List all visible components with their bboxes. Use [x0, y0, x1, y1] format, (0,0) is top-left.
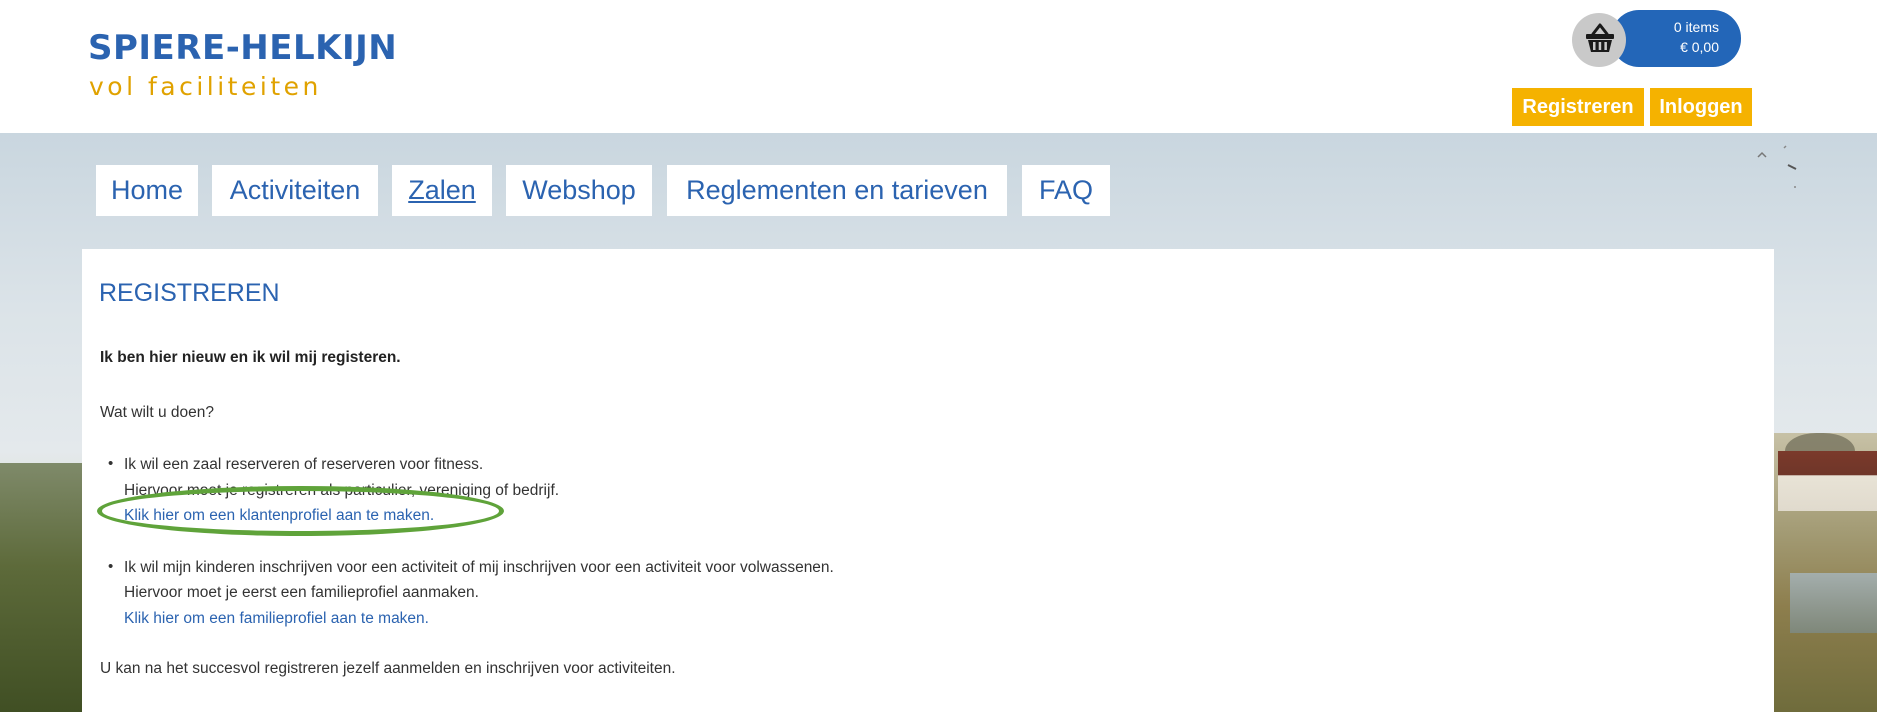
cart-items-count: 0 items	[1673, 19, 1719, 35]
birds-icon	[1757, 145, 1797, 188]
logo-tagline: vol faciliteiten	[89, 72, 322, 101]
nav-item-faq[interactable]: FAQ	[1022, 165, 1110, 216]
highlight-ellipse	[97, 486, 504, 536]
nav-item-home[interactable]: Home	[96, 165, 198, 216]
nav-item-activiteiten[interactable]: Activiteiten	[212, 165, 378, 216]
basket-icon[interactable]	[1582, 20, 1618, 56]
logo-title: SPIERE-HELKIJN	[88, 28, 398, 68]
content-card: REGISTREREN Ik ben hier nieuw en ik wil …	[82, 249, 1774, 712]
option-2-line2: Hiervoor moet je eerst een familieprofie…	[124, 584, 479, 601]
nav-item-webshop[interactable]: Webshop	[506, 165, 652, 216]
intro-text: Ik ben hier nieuw en ik wil mij register…	[100, 349, 401, 366]
login-button[interactable]: Inloggen	[1650, 88, 1752, 126]
cart-summary[interactable]: 0 items € 0,00	[1611, 10, 1741, 67]
page-title: REGISTREREN	[99, 279, 280, 307]
footer-text: U kan na het succesvol registreren jezel…	[100, 660, 676, 677]
nav-item-reglementen[interactable]: Reglementen en tarieven	[667, 165, 1007, 216]
bullet-icon: •	[108, 455, 114, 472]
familieprofiel-link[interactable]: Klik hier om een familieprofiel aan te m…	[124, 610, 429, 628]
house	[1778, 451, 1877, 511]
bullet-icon: •	[108, 558, 114, 575]
nav-item-zalen[interactable]: Zalen	[392, 165, 492, 216]
register-button[interactable]: Registreren	[1512, 88, 1644, 126]
cart-total: € 0,00	[1680, 39, 1719, 55]
option-2-line1: Ik wil mijn kinderen inschrijven voor ee…	[124, 559, 834, 576]
option-1-line1: Ik wil een zaal reserveren of reserveren…	[124, 456, 484, 473]
water	[1790, 573, 1877, 633]
question-text: Wat wilt u doen?	[100, 404, 215, 421]
